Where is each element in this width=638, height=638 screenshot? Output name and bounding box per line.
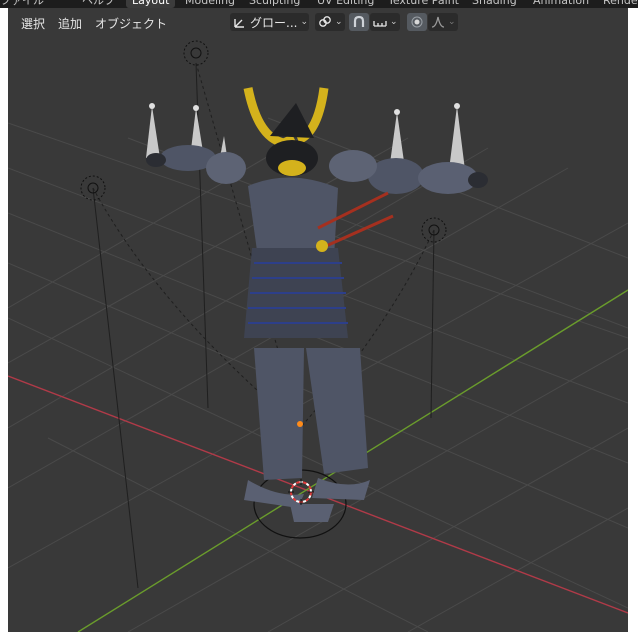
tab-rendering[interactable]: Rendering: [597, 0, 638, 8]
3d-viewport[interactable]: 選択 追加 オブジェクト グロー... ⌄ ⌄ ⌄ ⌄: [8, 8, 628, 632]
snap-increment-icon: [373, 15, 387, 29]
tab-animation[interactable]: Animation: [527, 0, 595, 8]
blender-window: ファイル ヘルプ Layout Modeling Sculpting UV Ed…: [0, 0, 638, 638]
tab-file[interactable]: ファイル: [0, 0, 50, 8]
chevron-down-icon: ⌄: [390, 17, 398, 27]
falloff-curve-icon: [431, 15, 445, 29]
chevron-down-icon: ⌄: [448, 17, 456, 27]
transform-orientation-label: グロー...: [250, 15, 298, 30]
tab-uv-editing[interactable]: UV Editing: [311, 0, 380, 8]
window-edge: [628, 8, 638, 638]
tab-help[interactable]: ヘルプ: [76, 0, 121, 8]
link-icon: [318, 15, 332, 29]
sun-light-icon[interactable]: [183, 40, 209, 66]
viewport-canvas[interactable]: [8, 8, 628, 632]
magnet-icon: [352, 15, 366, 29]
menu-add[interactable]: 追加: [58, 15, 82, 32]
snap-target-dropdown[interactable]: ⌄: [370, 13, 400, 31]
pivot-point-dropdown[interactable]: ⌄: [315, 13, 345, 31]
chevron-down-icon: ⌄: [300, 17, 308, 27]
workspace-tabs: ファイル ヘルプ Layout Modeling Sculpting UV Ed…: [0, 0, 638, 8]
viewport-header: 選択 追加 オブジェクト グロー... ⌄ ⌄ ⌄ ⌄: [8, 8, 628, 36]
menu-select[interactable]: 選択: [21, 15, 45, 32]
bone-cone: [146, 106, 160, 158]
transform-orientation-dropdown[interactable]: グロー... ⌄: [230, 13, 309, 31]
proportional-edit-toggle[interactable]: [407, 13, 427, 31]
tab-sculpting[interactable]: Sculpting: [243, 0, 306, 8]
falloff-dropdown[interactable]: ⌄: [428, 13, 458, 31]
tab-layout[interactable]: Layout: [126, 0, 176, 8]
chevron-down-icon: ⌄: [335, 17, 343, 27]
menu-object[interactable]: オブジェクト: [95, 15, 167, 32]
tab-shading[interactable]: Shading: [466, 0, 523, 8]
proportional-edit-icon: [410, 15, 424, 29]
tab-texture-paint[interactable]: Texture Paint: [382, 0, 465, 8]
snap-toggle[interactable]: [349, 13, 369, 31]
tab-modeling[interactable]: Modeling: [179, 0, 241, 8]
orientation-gizmo-icon: [233, 15, 247, 29]
window-edge: [0, 632, 638, 638]
